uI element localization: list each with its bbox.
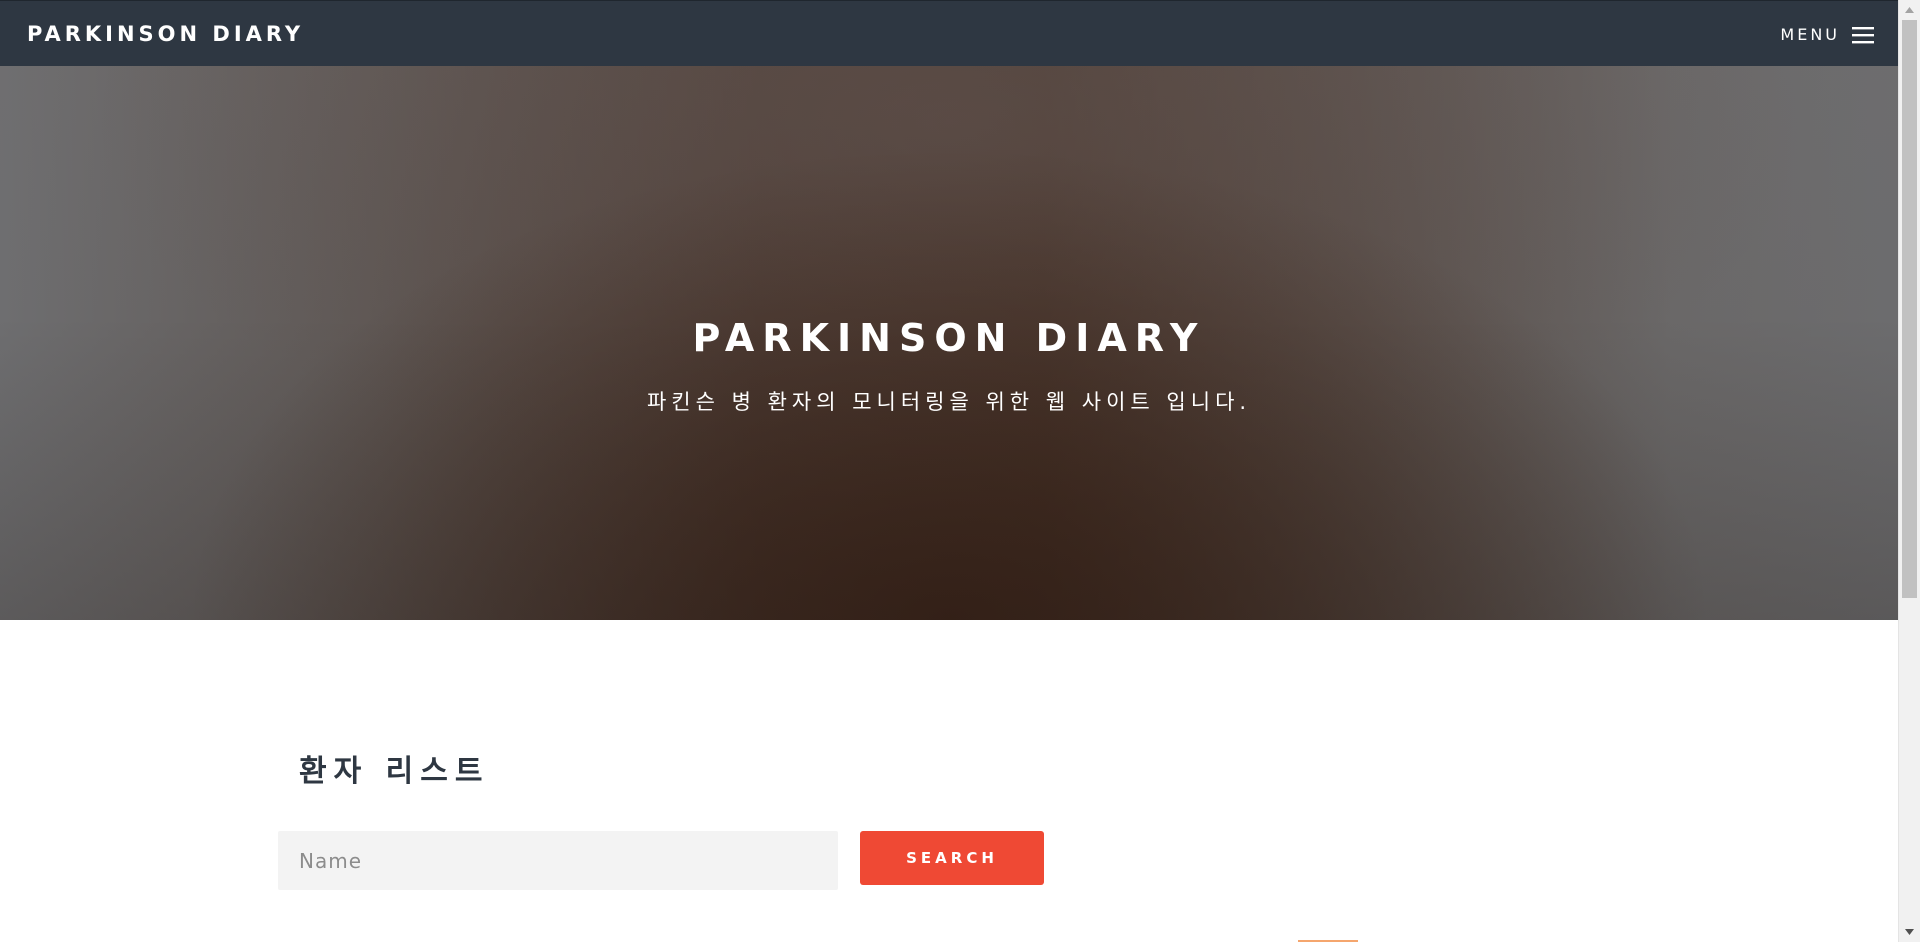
- hamburger-menu-icon: [1852, 27, 1874, 44]
- top-navbar: PARKINSON DIARY MENU: [0, 0, 1898, 66]
- patient-list-section: 환자 리스트 SEARCH: [0, 620, 1898, 942]
- hero-title: PARKINSON DIARY: [692, 316, 1206, 361]
- scroll-up-arrow-icon[interactable]: [1899, 0, 1920, 20]
- search-button[interactable]: SEARCH: [860, 831, 1044, 885]
- scroll-down-arrow-icon[interactable]: [1899, 922, 1920, 942]
- patient-list-title: 환자 리스트: [299, 754, 490, 789]
- hero-subtitle: 파킨슨 병 환자의 모니터링을 위한 웹 사이트 입니다.: [646, 390, 1252, 414]
- hero-banner: PARKINSON DIARY 파킨슨 병 환자의 모니터링을 위한 웹 사이트…: [0, 66, 1898, 620]
- brand-logo-link[interactable]: PARKINSON DIARY: [27, 21, 304, 47]
- menu-toggle-button[interactable]: MENU: [1780, 22, 1874, 48]
- patient-name-search-input[interactable]: [278, 831, 838, 890]
- vertical-scrollbar[interactable]: [1898, 0, 1920, 942]
- scrollbar-thumb[interactable]: [1902, 20, 1917, 598]
- menu-label: MENU: [1780, 25, 1840, 44]
- page-viewport: PARKINSON DIARY MENU PARKINSON DIARY 파킨슨…: [0, 0, 1898, 942]
